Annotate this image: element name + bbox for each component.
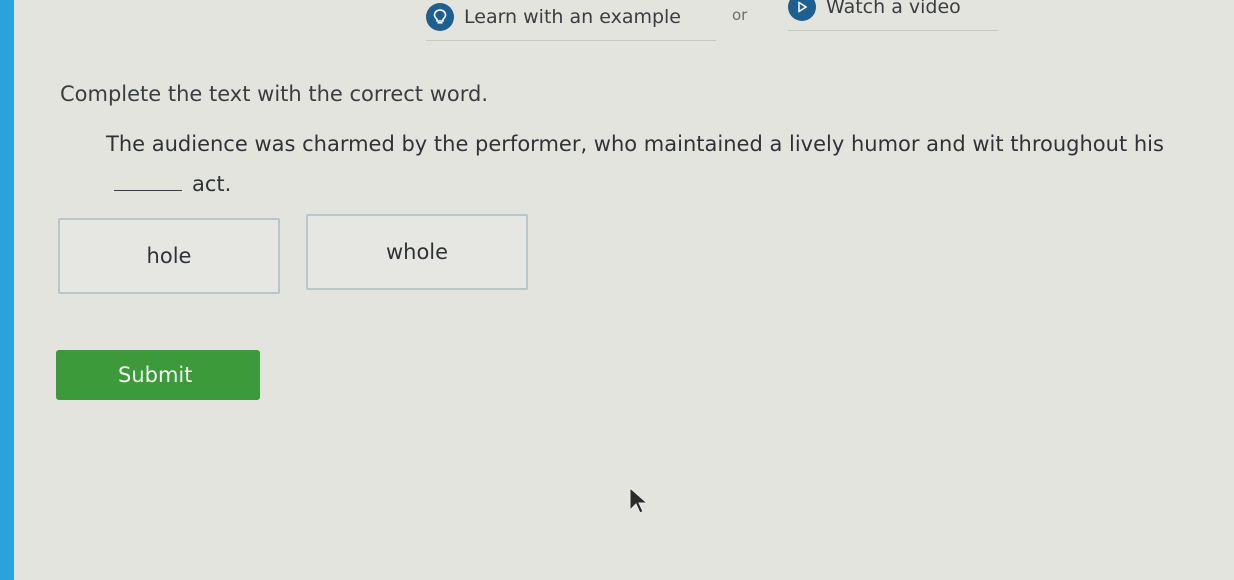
sentence-after-blank: act. bbox=[192, 172, 232, 196]
watch-video-link[interactable]: Watch a video bbox=[788, 0, 998, 31]
or-separator: or bbox=[732, 6, 748, 24]
top-navigation: Learn with an example or Watch a video bbox=[420, 0, 1000, 44]
lightbulb-icon bbox=[426, 3, 454, 31]
choice-label: whole bbox=[385, 240, 449, 264]
question-instruction: Complete the text with the correct word. bbox=[60, 82, 489, 106]
answer-blank bbox=[114, 174, 182, 191]
choice-hole[interactable]: hole bbox=[58, 218, 280, 294]
sentence-before-blank: The audience was charmed by the performe… bbox=[106, 132, 1164, 156]
submit-button[interactable]: Submit bbox=[56, 350, 260, 400]
left-accent-bar bbox=[0, 0, 14, 580]
learn-with-example-label: Learn with an example bbox=[464, 6, 681, 28]
choice-label: hole bbox=[146, 244, 192, 268]
choice-whole[interactable]: whole bbox=[306, 214, 528, 290]
play-icon bbox=[788, 0, 816, 21]
learn-with-example-link[interactable]: Learn with an example bbox=[426, 2, 716, 41]
question-sentence: The audience was charmed by the performe… bbox=[106, 124, 1166, 204]
watch-video-label: Watch a video bbox=[826, 0, 961, 18]
